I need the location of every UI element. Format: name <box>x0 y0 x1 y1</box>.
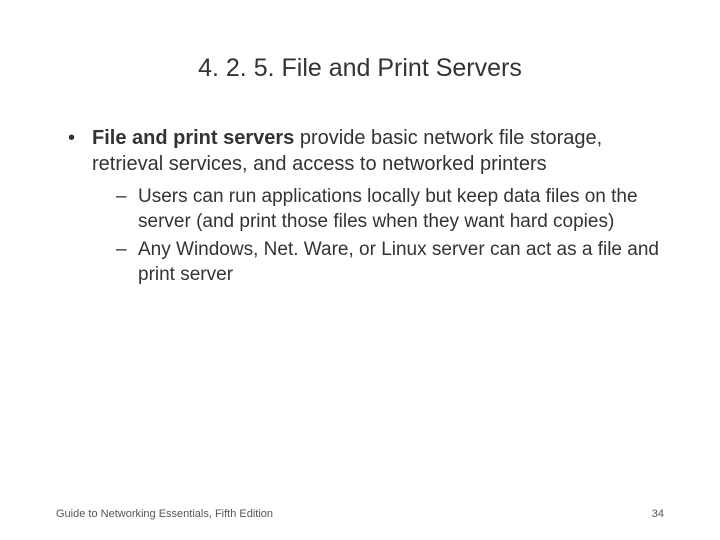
slide: 4. 2. 5. File and Print Servers File and… <box>0 0 720 540</box>
sub-bullet-list: Users can run applications locally but k… <box>92 185 664 288</box>
sub-bullet-item: Any Windows, Net. Ware, or Linux server … <box>116 238 664 287</box>
bullet-item: File and print servers provide basic net… <box>66 125 664 288</box>
footer-source: Guide to Networking Essentials, Fifth Ed… <box>56 508 273 520</box>
sub-bullet-item: Users can run applications locally but k… <box>116 185 664 234</box>
slide-content: File and print servers provide basic net… <box>56 125 664 288</box>
slide-title: 4. 2. 5. File and Print Servers <box>56 54 664 83</box>
page-number: 34 <box>652 508 664 520</box>
bullet-list: File and print servers provide basic net… <box>56 125 664 288</box>
bullet-bold: File and print servers <box>92 127 294 149</box>
slide-footer: Guide to Networking Essentials, Fifth Ed… <box>56 508 664 520</box>
